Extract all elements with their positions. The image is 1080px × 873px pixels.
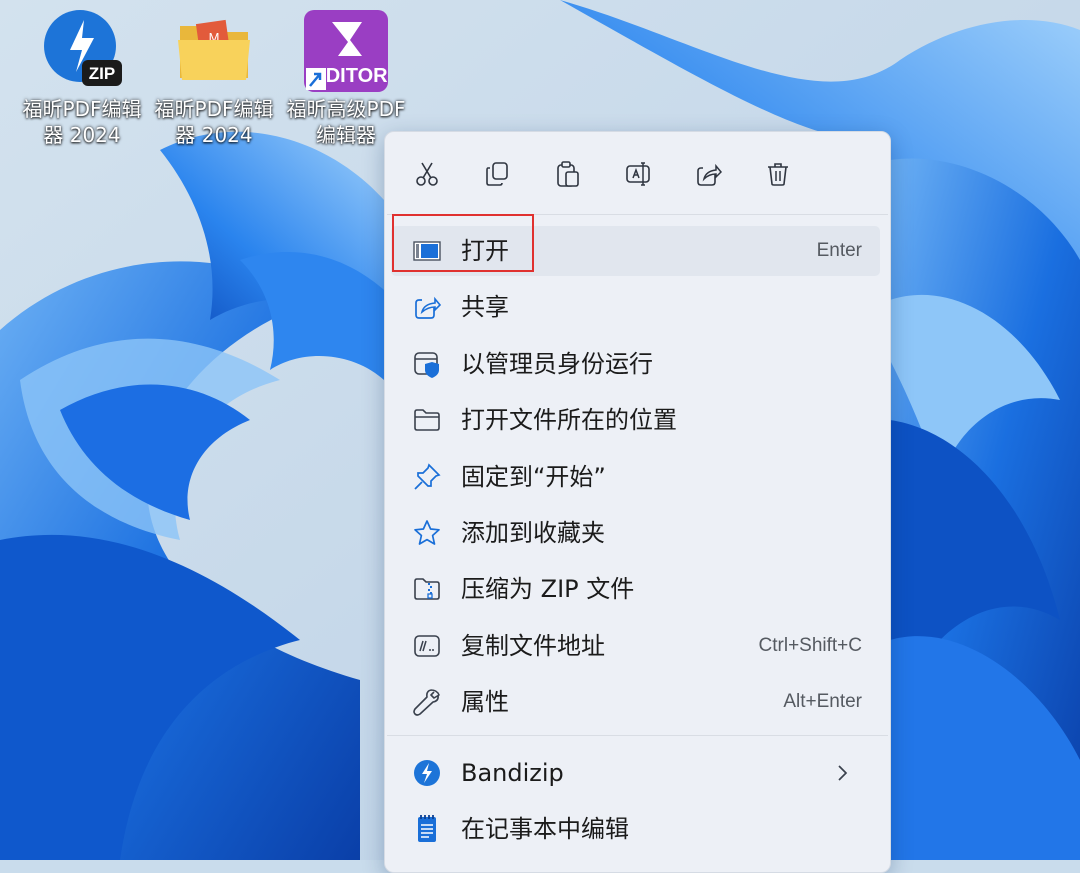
star-icon [412, 518, 442, 548]
menu-item-open-file-location[interactable]: 打开文件所在的位置 [391, 395, 880, 445]
menu-item-label: 固定到“开始” [461, 463, 606, 491]
menu-item-add-to-favorites[interactable]: 添加到收藏夹 [391, 508, 880, 558]
menu-item-edit-in-notepad[interactable]: 在记事本中编辑 [391, 804, 880, 854]
desktop-icon-label: 福昕PDF编辑 器 2024 [154, 97, 274, 147]
delete-button[interactable] [758, 154, 798, 194]
bandizip-zip-icon: ZIP [40, 8, 124, 92]
menu-item-label: 压缩为 ZIP 文件 [461, 575, 635, 603]
zip-badge-text: ZIP [89, 64, 115, 83]
copy-button[interactable] [477, 154, 517, 194]
menu-item-label: 属性 [461, 688, 509, 716]
menu-item-label: 添加到收藏夹 [461, 519, 605, 547]
menu-item-label: 共享 [461, 293, 509, 321]
menu-item-run-as-admin[interactable]: 以管理员身份运行 [391, 339, 880, 389]
wrench-icon [412, 687, 442, 717]
menu-divider [387, 735, 888, 736]
copy-path-icon [412, 631, 442, 661]
menu-item-shortcut: Enter [816, 240, 862, 261]
menu-divider [387, 214, 888, 215]
rename-button[interactable] [618, 154, 658, 194]
paste-icon [557, 161, 579, 187]
menu-item-label: Bandizip [461, 759, 564, 787]
context-menu: 打开 Enter 共享 以管理员身份运行 打开文件所在的位置 固定到“开始” 添… [384, 131, 891, 873]
admin-shield-icon [412, 349, 442, 379]
menu-item-bandizip[interactable]: Bandizip [391, 748, 880, 798]
context-menu-toolbar [385, 132, 890, 214]
menu-item-label: 在记事本中编辑 [461, 815, 629, 843]
menu-item-label: 复制文件地址 [461, 632, 605, 660]
open-window-icon [412, 236, 442, 266]
desktop-icon-bandizip-archive[interactable]: ZIP 福昕PDF编辑 器 2024 [16, 8, 148, 148]
menu-item-open[interactable]: 打开 Enter [391, 226, 880, 276]
rename-icon [626, 162, 650, 186]
menu-item-label: 打开文件所在的位置 [461, 406, 677, 434]
menu-item-label: 打开 [461, 237, 509, 265]
menu-item-copy-as-path[interactable]: 复制文件地址 Ctrl+Shift+C [391, 621, 880, 671]
menu-item-properties[interactable]: 属性 Alt+Enter [391, 677, 880, 727]
cut-icon [416, 162, 438, 186]
folder-icon: M [172, 8, 256, 92]
folder-icon [412, 405, 442, 435]
share-icon [697, 163, 722, 186]
menu-item-share[interactable]: 共享 [391, 282, 880, 332]
foxit-editor-icon: EDITOR [304, 8, 388, 92]
share-toolbar-button[interactable] [688, 154, 728, 194]
desktop-icon-editor-shortcut[interactable]: EDITOR 福昕高级PDF 编辑器 [280, 8, 412, 148]
pin-icon [412, 462, 442, 492]
menu-item-shortcut: Ctrl+Shift+C [758, 635, 862, 656]
notepad-icon [412, 814, 442, 844]
paste-button[interactable] [548, 154, 588, 194]
share-icon [412, 292, 442, 322]
bandizip-icon [412, 758, 442, 788]
desktop-icon-folder[interactable]: M 福昕PDF编辑 器 2024 [148, 8, 280, 148]
zip-folder-icon [412, 574, 442, 604]
chevron-right-icon [832, 761, 854, 785]
cut-button[interactable] [407, 154, 447, 194]
delete-icon [768, 163, 788, 186]
menu-item-shortcut: Alt+Enter [783, 691, 862, 712]
copy-icon [486, 162, 508, 186]
menu-item-pin-to-start[interactable]: 固定到“开始” [391, 452, 880, 502]
menu-item-label: 以管理员身份运行 [461, 350, 653, 378]
menu-item-compress-zip[interactable]: 压缩为 ZIP 文件 [391, 564, 880, 614]
desktop-icon-label: 福昕PDF编辑 器 2024 [22, 97, 142, 147]
